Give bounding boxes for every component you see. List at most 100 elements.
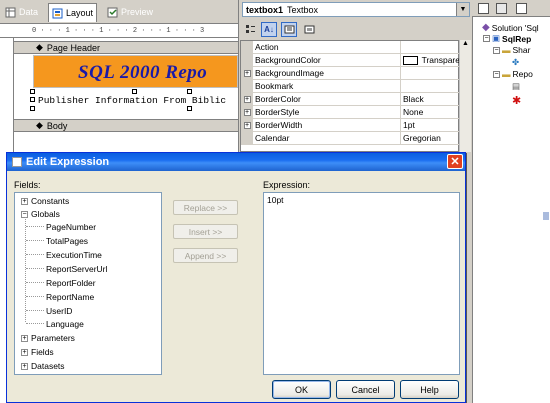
property-row-action[interactable]: Action bbox=[241, 41, 460, 54]
page-header-band[interactable]: ◆ Page Header bbox=[14, 41, 238, 54]
close-icon: ✕ bbox=[450, 156, 460, 168]
tree-node-constants[interactable]: + Constants bbox=[21, 196, 69, 206]
tree-node-parameters[interactable]: + Parameters bbox=[21, 333, 75, 343]
resize-handle[interactable] bbox=[30, 106, 35, 111]
properties-button[interactable] bbox=[281, 22, 297, 37]
project-node[interactable]: − ▣ SqlRep bbox=[483, 33, 531, 44]
property-value[interactable] bbox=[401, 41, 460, 53]
close-button[interactable]: ✕ bbox=[447, 154, 463, 169]
shared-folder-node[interactable]: − ▬ Shar bbox=[493, 45, 530, 55]
collapse-minus-icon[interactable]: − bbox=[493, 46, 500, 54]
report-file-node[interactable]: ▤ bbox=[512, 81, 520, 92]
object-selector-combo[interactable]: textbox1 Textbox ▼ bbox=[242, 2, 470, 17]
solution-toolbar bbox=[472, 0, 550, 17]
property-name: BorderWidth bbox=[253, 119, 401, 131]
expand-plus-icon[interactable]: + bbox=[243, 96, 251, 103]
property-row-bookmark[interactable]: Bookmark bbox=[241, 80, 460, 93]
expand-plus-icon[interactable]: + bbox=[21, 197, 28, 205]
scroll-up-icon[interactable]: ▲ bbox=[460, 40, 471, 47]
folder-icon: ▬ bbox=[502, 45, 511, 55]
reports-folder-node[interactable]: − ▬ Repo bbox=[493, 69, 533, 79]
resize-handle[interactable] bbox=[187, 89, 192, 94]
property-name: BorderColor bbox=[253, 93, 401, 105]
object-type: Textbox bbox=[287, 4, 319, 15]
tab-preview[interactable]: Preview bbox=[104, 4, 156, 20]
expand-plus-icon[interactable]: + bbox=[21, 334, 28, 342]
expression-label: Expression: bbox=[263, 180, 311, 190]
property-row-backgroundimage[interactable]: + BackgroundImage bbox=[241, 67, 460, 80]
property-row-backgroundcolor[interactable]: BackgroundColor Transpare bbox=[241, 54, 460, 67]
tree-node-reportname[interactable]: ReportName bbox=[46, 292, 94, 302]
help-button[interactable]: Help bbox=[400, 380, 459, 399]
project-label: SqlRep bbox=[502, 33, 532, 44]
property-value[interactable]: Gregorian bbox=[401, 132, 460, 144]
properties-icon bbox=[284, 25, 294, 34]
tree-node-reportserverurl[interactable]: ReportServerUrl bbox=[46, 264, 107, 274]
tree-node-globals[interactable]: − Globals bbox=[21, 209, 60, 219]
solution-node[interactable]: ◆ Solution 'Sql bbox=[482, 22, 539, 33]
property-value[interactable] bbox=[401, 80, 460, 92]
tree-node-fields[interactable]: + Fields bbox=[21, 347, 54, 357]
report-title-textbox[interactable]: SQL 2000 Repo bbox=[33, 55, 238, 88]
report-title-text: SQL 2000 Repo bbox=[78, 62, 208, 83]
tree-node-language[interactable]: Language bbox=[46, 319, 84, 329]
tree-node-reportfolder[interactable]: ReportFolder bbox=[46, 278, 96, 288]
solution-label: Solution 'Sql bbox=[491, 22, 539, 33]
property-pages-icon bbox=[304, 25, 314, 34]
tree-node-executiontime[interactable]: ExecutionTime bbox=[46, 250, 102, 260]
ok-button[interactable]: OK bbox=[272, 380, 331, 399]
collapse-minus-icon[interactable]: − bbox=[483, 35, 490, 42]
property-row-calendar[interactable]: Calendar Gregorian bbox=[241, 132, 460, 145]
solution-icon: ◆ bbox=[482, 22, 490, 33]
tab-data[interactable]: Data bbox=[2, 4, 41, 20]
fields-tree[interactable]: + Constants − Globals PageNumber TotalPa… bbox=[14, 192, 162, 375]
fields-label: Fields: bbox=[14, 180, 41, 190]
resize-handle[interactable] bbox=[30, 89, 35, 94]
ruler-ticks: 0 · · · 1 · · · 1 · · · 2 · · · 1 · · · … bbox=[32, 27, 205, 35]
object-name: textbox1 bbox=[246, 4, 284, 15]
append-button[interactable]: Append >> bbox=[173, 248, 238, 263]
tab-layout-label: Layout bbox=[66, 8, 94, 18]
cancel-button[interactable]: Cancel bbox=[336, 380, 395, 399]
replace-button[interactable]: Replace >> bbox=[173, 200, 238, 215]
dialog-titlebar[interactable]: Edit Expression ✕ bbox=[7, 153, 465, 171]
reports-folder-label: Repo bbox=[512, 69, 533, 79]
property-row-borderstyle[interactable]: + BorderStyle None bbox=[241, 106, 460, 119]
side-panel-grip[interactable] bbox=[543, 212, 549, 220]
tree-node-datasets[interactable]: + Datasets bbox=[21, 361, 65, 371]
expand-plus-icon[interactable]: + bbox=[243, 109, 251, 116]
tree-node-userid[interactable]: UserID bbox=[46, 306, 72, 316]
show-all-files-icon[interactable] bbox=[496, 3, 507, 14]
refresh-icon[interactable] bbox=[516, 3, 527, 14]
property-value[interactable]: Black bbox=[401, 93, 460, 105]
properties-view-icon[interactable] bbox=[478, 3, 489, 14]
body-band[interactable]: ◆ Body bbox=[14, 119, 238, 132]
chevron-down-icon[interactable]: ▼ bbox=[456, 3, 469, 16]
property-grid-scrollbar[interactable]: ▲ bbox=[459, 40, 471, 152]
property-pages-button[interactable] bbox=[301, 22, 317, 37]
expand-plus-icon[interactable]: + bbox=[21, 362, 28, 370]
expression-editor[interactable]: 10pt bbox=[263, 192, 460, 375]
alphabetical-button[interactable]: A↓ bbox=[261, 22, 277, 37]
expand-plus-icon[interactable]: + bbox=[243, 70, 251, 77]
property-row-borderwidth[interactable]: + BorderWidth 1pt bbox=[241, 119, 460, 132]
resize-handle[interactable] bbox=[132, 89, 137, 94]
tab-layout[interactable]: Layout bbox=[48, 3, 98, 22]
categorized-button[interactable] bbox=[242, 22, 258, 37]
report-error-node[interactable]: ✱ bbox=[512, 94, 521, 107]
property-value[interactable] bbox=[401, 67, 460, 79]
data-tab-icon bbox=[5, 7, 16, 17]
tree-node-pagenumber[interactable]: PageNumber bbox=[46, 222, 96, 232]
property-row-bordercolor[interactable]: + BorderColor Black bbox=[241, 93, 460, 106]
property-value[interactable]: None bbox=[401, 106, 460, 118]
property-value[interactable]: 1pt bbox=[401, 119, 460, 131]
collapse-minus-icon[interactable]: − bbox=[493, 70, 500, 78]
tree-node-totalpages[interactable]: TotalPages bbox=[46, 236, 88, 246]
expand-plus-icon[interactable]: + bbox=[21, 348, 28, 356]
publisher-textbox[interactable]: Publisher Information From Biblic bbox=[38, 95, 248, 107]
insert-button[interactable]: Insert >> bbox=[173, 224, 238, 239]
shared-folder-label: Shar bbox=[512, 45, 531, 55]
datasource-node[interactable]: ✤ bbox=[512, 57, 519, 68]
expand-plus-icon[interactable]: + bbox=[243, 122, 251, 129]
resize-handle[interactable] bbox=[30, 97, 35, 102]
